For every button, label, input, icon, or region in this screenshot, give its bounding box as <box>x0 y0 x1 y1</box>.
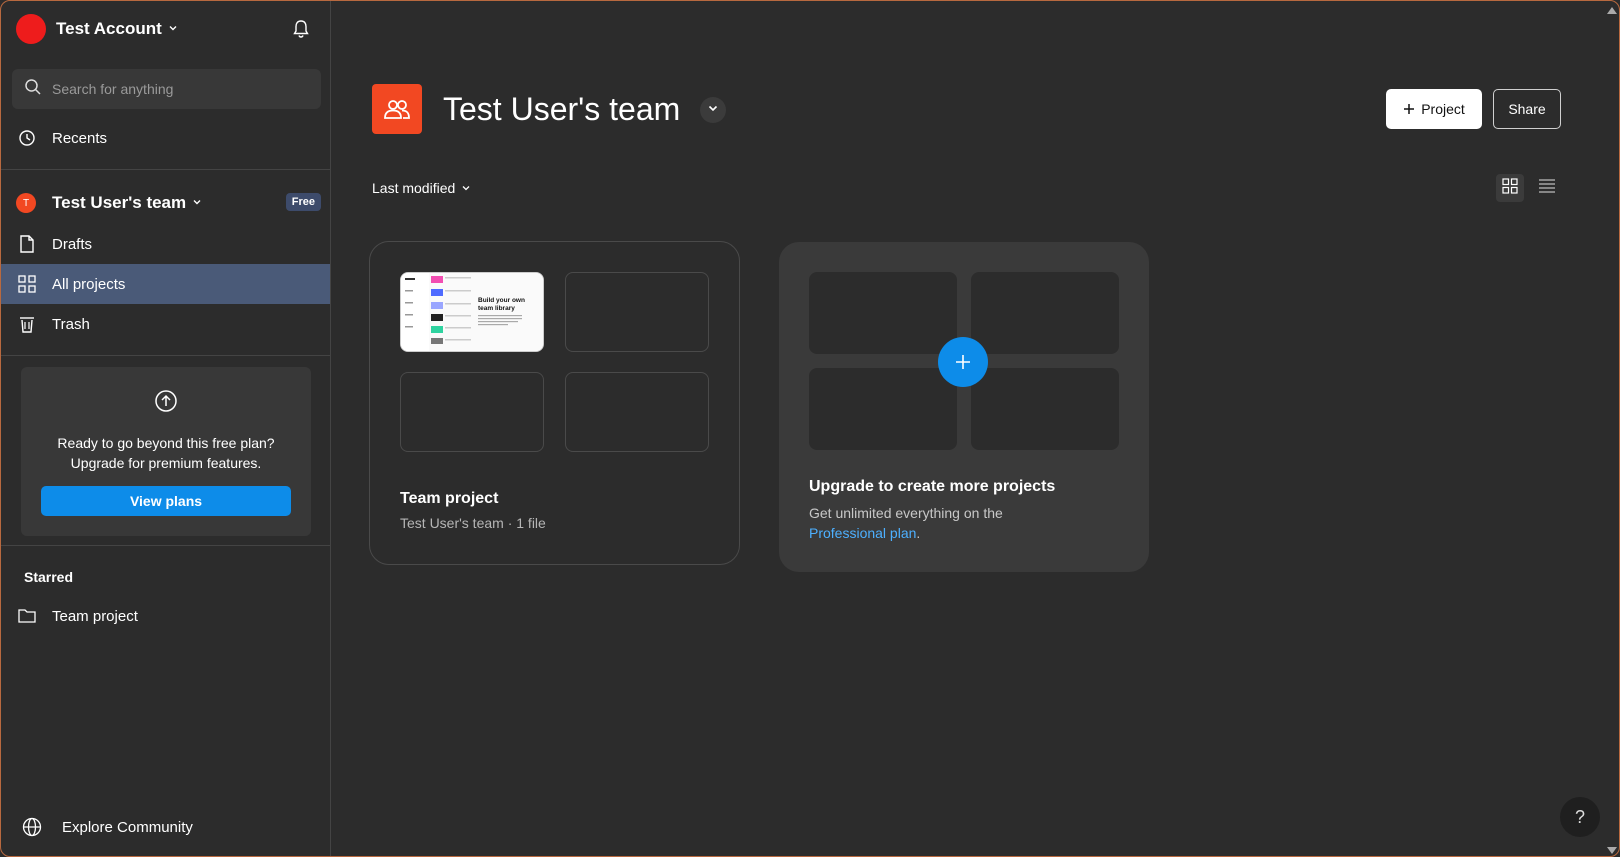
project-card[interactable]: Build your own team library Team project… <box>369 241 740 565</box>
sort-dropdown[interactable]: Last modified <box>372 180 471 196</box>
sidebar-item-all-projects[interactable]: All projects <box>0 264 330 304</box>
svg-text:team library: team library <box>478 305 515 312</box>
account-name: Test Account <box>56 19 162 38</box>
svg-text:Build your own: Build your own <box>478 297 525 304</box>
project-name: Team project <box>400 490 499 507</box>
grid-icon <box>18 275 36 293</box>
search-input[interactable] <box>52 81 302 97</box>
grid-view-toggle[interactable] <box>1496 174 1524 202</box>
chevron-down-icon <box>168 20 178 38</box>
explore-community-link[interactable]: Explore Community <box>22 817 193 837</box>
new-project-button[interactable]: Project <box>1386 89 1482 129</box>
list-view-toggle[interactable] <box>1533 174 1561 202</box>
bell-icon[interactable] <box>290 18 312 40</box>
file-thumbnail[interactable]: Build your own team library <box>400 272 544 352</box>
chevron-down-icon <box>192 194 202 212</box>
placeholder-tile <box>971 368 1119 450</box>
upgrade-desc-suffix: . <box>916 525 921 541</box>
upgrade-desc-text: Get unlimited everything on the <box>809 505 1003 521</box>
sort-label: Last modified <box>372 180 456 196</box>
create-project-button[interactable] <box>938 337 988 387</box>
folder-icon <box>18 607 36 625</box>
search-icon <box>24 78 42 101</box>
account-switcher[interactable]: Test Account <box>16 14 178 44</box>
sidebar-item-label: Recents <box>52 129 108 147</box>
sidebar-item-trash[interactable]: Trash <box>0 304 330 344</box>
scroll-up-arrow-icon[interactable] <box>1606 2 1618 14</box>
account-avatar <box>16 14 46 44</box>
sidebar-item-label: Trash <box>52 315 90 333</box>
plus-icon <box>1403 103 1415 115</box>
placeholder-tile <box>809 272 957 354</box>
sidebar-item-label: Team project <box>52 607 138 625</box>
plan-badge: Free <box>285 193 321 211</box>
team-name: Test User's team <box>52 193 187 212</box>
upgrade-line-2: Upgrade for premium features. <box>70 455 262 471</box>
team-switcher[interactable]: T Test User's team Free <box>16 192 321 214</box>
upgrade-projects-card[interactable]: Upgrade to create more projects Get unli… <box>779 242 1149 572</box>
share-button[interactable]: Share <box>1493 89 1561 129</box>
sidebar-item-recents[interactable]: Recents <box>0 118 330 158</box>
upgrade-panel: Ready to go beyond this free plan? Upgra… <box>21 367 311 536</box>
page-title: Test User's team <box>443 91 681 127</box>
empty-thumbnail <box>565 272 709 352</box>
upgrade-description: Get unlimited everything on the Professi… <box>809 503 1129 543</box>
chevron-down-icon <box>461 180 471 196</box>
starred-item-team-project[interactable]: Team project <box>0 596 330 636</box>
upgrade-line-1: Ready to go beyond this free plan? <box>57 435 275 451</box>
main-content: Test User's team Project Share Last modi… <box>331 0 1620 857</box>
help-button[interactable]: ? <box>1560 797 1600 837</box>
list-icon <box>1538 178 1556 199</box>
plus-icon <box>954 353 972 371</box>
project-meta: Test User's team · 1 file <box>400 515 546 531</box>
upgrade-title: Upgrade to create more projects <box>809 478 1056 495</box>
chevron-down-icon <box>707 101 719 119</box>
sidebar-item-label: All projects <box>52 275 126 293</box>
trash-icon <box>18 315 36 333</box>
divider <box>0 545 330 546</box>
globe-icon <box>22 817 42 837</box>
empty-thumbnail <box>400 372 544 452</box>
team-menu-dropdown[interactable] <box>700 97 726 123</box>
search-bar[interactable] <box>12 69 321 109</box>
sidebar-item-drafts[interactable]: Drafts <box>0 224 330 264</box>
sidebar: Test Account Recents T Test User's team … <box>0 0 331 857</box>
professional-plan-link[interactable]: Professional plan <box>809 525 916 541</box>
view-plans-button[interactable]: View plans <box>41 486 291 516</box>
upgrade-message: Ready to go beyond this free plan? Upgra… <box>21 433 311 473</box>
empty-thumbnail <box>565 372 709 452</box>
file-icon <box>18 235 36 253</box>
grid-icon <box>1502 177 1518 199</box>
divider <box>0 355 330 356</box>
sidebar-item-label: Drafts <box>52 235 93 253</box>
team-avatar: T <box>16 193 36 213</box>
arrow-up-circle-icon <box>154 389 178 413</box>
placeholder-tile <box>809 368 957 450</box>
scroll-down-arrow-icon[interactable] <box>1606 843 1618 854</box>
new-project-label: Project <box>1421 101 1465 117</box>
placeholder-tile <box>971 272 1119 354</box>
divider <box>0 169 330 170</box>
team-icon <box>372 84 422 134</box>
starred-heading: Starred <box>24 569 74 585</box>
explore-label: Explore Community <box>62 818 193 836</box>
clock-icon <box>18 129 36 147</box>
